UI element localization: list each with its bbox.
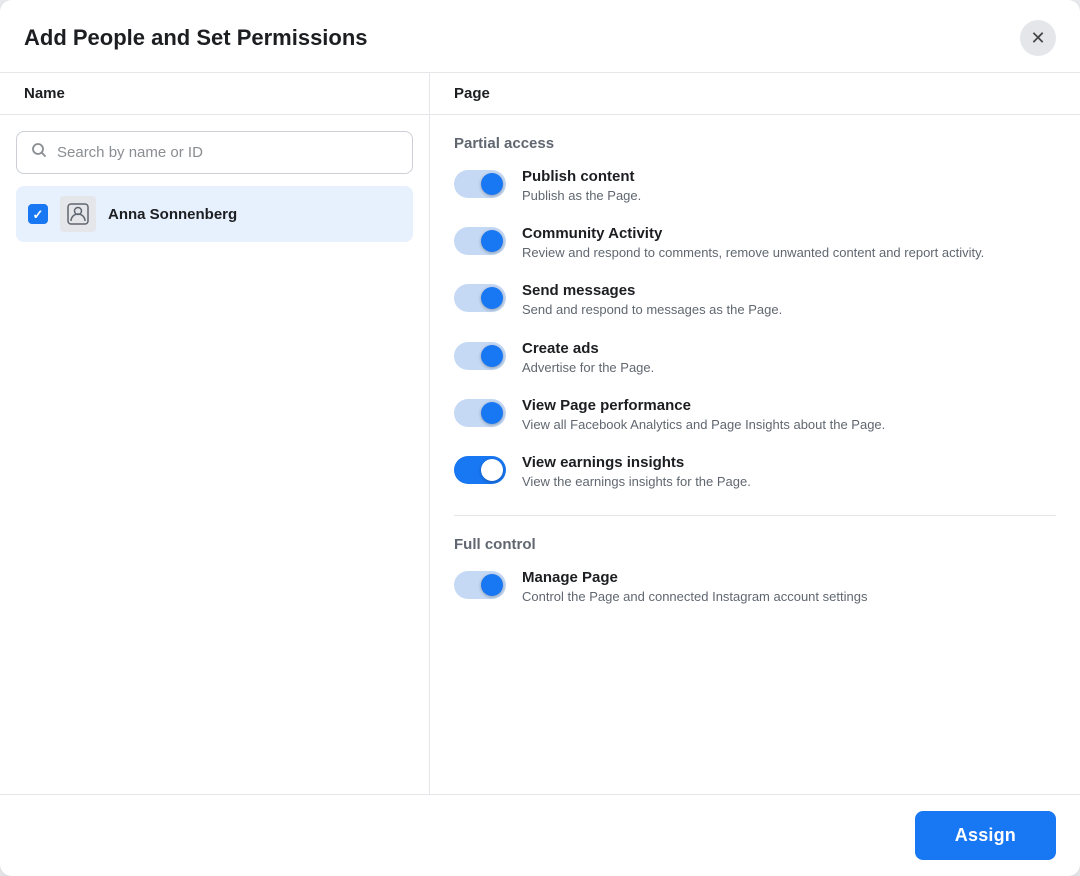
view-performance-desc: View all Facebook Analytics and Page Ins… bbox=[522, 416, 1056, 434]
page-column-header: Page bbox=[430, 73, 1080, 114]
create-ads-desc: Advertise for the Page. bbox=[522, 359, 1056, 377]
earnings-insights-toggle[interactable] bbox=[454, 456, 506, 484]
earnings-insights-desc: View the earnings insights for the Page. bbox=[522, 473, 1056, 491]
manage-page-desc: Control the Page and connected Instagram… bbox=[522, 588, 1056, 606]
send-messages-name: Send messages bbox=[522, 282, 1056, 299]
add-people-modal: Add People and Set Permissions ✕ Name Pa… bbox=[0, 0, 1080, 876]
checkmark-icon: ✓ bbox=[33, 208, 44, 221]
name-column-header: Name bbox=[0, 73, 430, 114]
search-icon bbox=[31, 142, 47, 163]
person-name: Anna Sonnenberg bbox=[108, 206, 237, 223]
close-button[interactable]: ✕ bbox=[1020, 20, 1056, 56]
section-divider bbox=[454, 515, 1056, 516]
right-panel: Partial access Publish content Publish a… bbox=[430, 115, 1080, 794]
manage-page-toggle[interactable] bbox=[454, 571, 506, 599]
community-activity-name: Community Activity bbox=[522, 225, 1056, 242]
permission-item-send-messages: Send messages Send and respond to messag… bbox=[454, 282, 1056, 319]
person-row[interactable]: ✓ Anna Sonnenberg bbox=[16, 186, 413, 242]
publish-content-toggle[interactable] bbox=[454, 170, 506, 198]
permission-item-create-ads: Create ads Advertise for the Page. bbox=[454, 340, 1056, 377]
earnings-insights-name: View earnings insights bbox=[522, 454, 1056, 471]
create-ads-name: Create ads bbox=[522, 340, 1056, 357]
permission-item-publish-content: Publish content Publish as the Page. bbox=[454, 168, 1056, 205]
column-headers: Name Page bbox=[0, 73, 1080, 115]
person-checkbox[interactable]: ✓ bbox=[28, 204, 48, 224]
full-control-title: Full control bbox=[454, 536, 1056, 553]
search-input[interactable] bbox=[57, 144, 398, 161]
permission-item-manage-page: Manage Page Control the Page and connect… bbox=[454, 569, 1056, 606]
publish-content-desc: Publish as the Page. bbox=[522, 187, 1056, 205]
modal-header: Add People and Set Permissions ✕ bbox=[0, 0, 1080, 73]
permission-item-community-activity: Community Activity Review and respond to… bbox=[454, 225, 1056, 262]
permission-item-view-performance: View Page performance View all Facebook … bbox=[454, 397, 1056, 434]
modal-footer: Assign bbox=[0, 794, 1080, 876]
modal-title: Add People and Set Permissions bbox=[24, 25, 368, 51]
search-box[interactable] bbox=[16, 131, 413, 174]
view-performance-name: View Page performance bbox=[522, 397, 1056, 414]
partial-access-title: Partial access bbox=[454, 135, 1056, 152]
modal-body: ✓ Anna Sonnenberg Partial access bbox=[0, 115, 1080, 794]
community-activity-toggle[interactable] bbox=[454, 227, 506, 255]
assign-button[interactable]: Assign bbox=[915, 811, 1056, 860]
create-ads-toggle[interactable] bbox=[454, 342, 506, 370]
community-activity-desc: Review and respond to comments, remove u… bbox=[522, 244, 1056, 262]
send-messages-toggle[interactable] bbox=[454, 284, 506, 312]
close-icon: ✕ bbox=[1030, 28, 1045, 49]
left-panel: ✓ Anna Sonnenberg bbox=[0, 115, 430, 794]
send-messages-desc: Send and respond to messages as the Page… bbox=[522, 301, 1056, 319]
permission-item-earnings-insights: View earnings insights View the earnings… bbox=[454, 454, 1056, 491]
avatar bbox=[60, 196, 96, 232]
manage-page-name: Manage Page bbox=[522, 569, 1056, 586]
view-performance-toggle[interactable] bbox=[454, 399, 506, 427]
publish-content-name: Publish content bbox=[522, 168, 1056, 185]
